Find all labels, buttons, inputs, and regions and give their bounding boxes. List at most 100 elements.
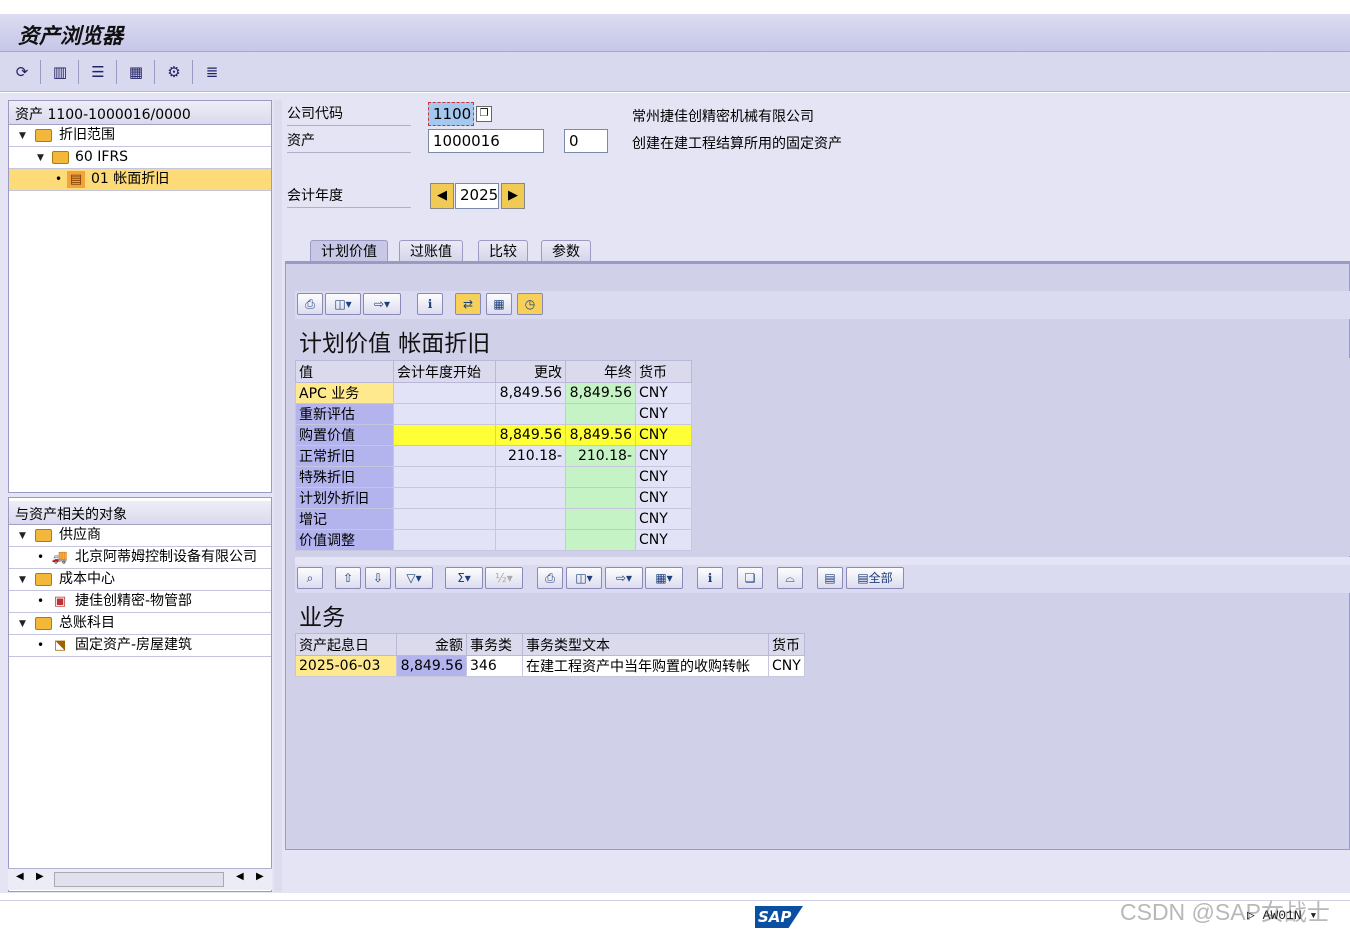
column-header[interactable]: 年终 xyxy=(565,360,636,383)
table-row[interactable]: 购置价值 8,849.56 8,849.56 CNY xyxy=(295,424,692,446)
cell[interactable]: 增记 xyxy=(295,508,394,530)
scroll-right-icon[interactable]: ▶ xyxy=(256,871,264,882)
table-row[interactable]: 2025-06-03 8,849.56 346 在建工程资产中当年购置的收购转帐… xyxy=(295,655,805,677)
table-row[interactable]: 特殊折旧 CNY xyxy=(295,466,692,488)
refresh-icon[interactable]: ⟳ xyxy=(10,60,34,84)
tree-node-depreciation-areas[interactable]: ▼ 折旧范围 xyxy=(9,125,271,147)
hat-icon[interactable]: ⌓ xyxy=(777,567,803,589)
collapse-icon[interactable]: ▼ xyxy=(19,570,26,591)
column-header[interactable]: 值 xyxy=(295,360,394,383)
transactions-table: 资产起息日 金额 事务类 事务类型文本 货币 2025-06-03 8,849.… xyxy=(295,633,805,677)
collapse-icon[interactable]: ▼ xyxy=(19,126,26,147)
table-row[interactable]: 计划外折旧 CNY xyxy=(295,487,692,509)
collapse-icon[interactable]: ▼ xyxy=(19,526,26,547)
folder-icon xyxy=(35,617,52,630)
info-icon[interactable]: ℹ xyxy=(697,567,723,589)
filter-icon[interactable]: ▽▾ xyxy=(395,567,433,589)
save-icon[interactable]: ▥ xyxy=(48,60,72,84)
cell[interactable]: 购置价值 xyxy=(295,424,394,446)
tree-node-book-depreciation[interactable]: • ▤ 01 帐面折旧 xyxy=(9,169,271,191)
collapse-icon[interactable]: ▼ xyxy=(19,614,26,635)
display-icon[interactable]: ☰ xyxy=(86,60,110,84)
dropdown-icon[interactable]: ▾ xyxy=(1302,908,1317,923)
show-all-button[interactable]: ▤全部 xyxy=(846,567,904,589)
cell xyxy=(495,508,566,530)
tree-node-gl-account[interactable]: ▼ 总账科目 xyxy=(9,613,271,635)
cell[interactable]: 2025-06-03 xyxy=(295,655,397,677)
table-row[interactable]: 价值调整 CNY xyxy=(295,529,692,551)
subtotal-icon[interactable]: ½▾ xyxy=(485,567,523,589)
calculator-icon[interactable]: ▦ xyxy=(486,293,512,315)
cell[interactable]: 重新评估 xyxy=(295,403,394,425)
history-icon[interactable]: ◷ xyxy=(517,293,543,315)
asset-subnumber-field[interactable]: 0 xyxy=(564,129,608,153)
details-icon[interactable]: ⌕ xyxy=(297,567,323,589)
info-icon[interactable]: ℹ xyxy=(417,293,443,315)
column-header[interactable]: 金额 xyxy=(396,633,467,656)
sum-icon[interactable]: Σ▾ xyxy=(445,567,483,589)
export-icon[interactable]: ⇨▾ xyxy=(363,293,401,315)
tree-node-gl-account-name[interactable]: • ⬔ 固定资产-房屋建筑 xyxy=(9,635,271,657)
column-header[interactable]: 货币 xyxy=(768,633,805,656)
scroll-right-icon[interactable]: ▶ xyxy=(36,871,44,882)
column-header[interactable]: 事务类型文本 xyxy=(522,633,769,656)
table-row[interactable]: 重新评估 CNY xyxy=(295,403,692,425)
export-icon[interactable]: ⇨▾ xyxy=(605,567,643,589)
cell xyxy=(393,424,496,446)
asset-description: 创建在建工程结算所用的固定资产 xyxy=(632,136,842,152)
cell[interactable]: 正常折旧 xyxy=(295,445,394,467)
pane-splitter[interactable] xyxy=(8,492,272,498)
transaction-code: ▷ AW01N ▾ xyxy=(1247,908,1317,923)
cell xyxy=(393,403,496,425)
document-icon[interactable]: ❏ xyxy=(737,567,763,589)
fiscal-year-field[interactable]: 2025 xyxy=(455,183,499,209)
simulate-icon[interactable]: ⇄ xyxy=(455,293,481,315)
expand-icon[interactable]: ▤ xyxy=(817,567,843,589)
scroll-left-icon[interactable]: ◀ xyxy=(16,871,24,882)
table-row[interactable]: 正常折旧 210.18- 210.18- CNY xyxy=(295,445,692,467)
tree-node-cost-center[interactable]: ▼ 成本中心 xyxy=(9,569,271,591)
cell: CNY xyxy=(635,508,692,530)
tree-node-label: 捷佳创精密-物管部 xyxy=(75,593,193,609)
prev-year-button[interactable]: ◀ xyxy=(430,183,454,209)
cell[interactable]: 价值调整 xyxy=(295,529,394,551)
tree-node-label: 固定资产-房屋建筑 xyxy=(75,637,193,653)
column-header[interactable]: 会计年度开始 xyxy=(393,360,496,383)
column-header[interactable]: 更改 xyxy=(495,360,566,383)
app-title: 资产浏览器 xyxy=(18,23,123,48)
tcode-label: AW01N xyxy=(1262,908,1302,923)
vertical-splitter[interactable] xyxy=(274,100,282,892)
cell: CNY xyxy=(635,403,692,425)
copy-icon[interactable]: ❐ xyxy=(476,106,492,122)
list-icon[interactable]: ≣ xyxy=(200,60,224,84)
collapse-icon[interactable]: ▼ xyxy=(37,148,44,169)
horizontal-scrollbar[interactable]: ◀ ▶ ◀ ▶ xyxy=(8,868,272,890)
column-header[interactable]: 事务类 xyxy=(466,633,523,656)
tree-node-vendor-name[interactable]: • 🚚 北京阿蒂姆控制设备有限公司 xyxy=(9,547,271,569)
tree-node-cost-center-name[interactable]: • ▣ 捷佳创精密-物管部 xyxy=(9,591,271,613)
next-year-button[interactable]: ▶ xyxy=(501,183,525,209)
table-row[interactable]: APC 业务 8,849.56 8,849.56 CNY xyxy=(295,382,692,404)
tree-node-ifrs[interactable]: ▼ 60 IFRS xyxy=(9,147,271,169)
view-icon[interactable]: ◫▾ xyxy=(566,567,602,589)
view-icon[interactable]: ◫▾ xyxy=(325,293,361,315)
cell[interactable]: APC 业务 xyxy=(295,382,394,404)
column-header[interactable]: 货币 xyxy=(635,360,692,383)
table-row[interactable]: 增记 CNY xyxy=(295,508,692,530)
company-code-field[interactable]: 1100 xyxy=(428,102,474,126)
tree-node-vendor[interactable]: ▼ 供应商 xyxy=(9,525,271,547)
print-icon[interactable]: ⎙ xyxy=(297,293,323,315)
settings-icon[interactable]: ⚙ xyxy=(162,60,186,84)
cell[interactable]: 特殊折旧 xyxy=(295,466,394,488)
grid-splitter[interactable] xyxy=(295,557,1350,565)
layout-icon[interactable]: ▦▾ xyxy=(645,567,683,589)
scroll-left-icon[interactable]: ◀ xyxy=(236,871,244,882)
sort-descending-icon[interactable]: ⇩ xyxy=(365,567,391,589)
cell[interactable]: 计划外折旧 xyxy=(295,487,394,509)
asset-number-field[interactable]: 1000016 xyxy=(428,129,544,153)
column-header[interactable]: 资产起息日 xyxy=(295,633,397,656)
layout-icon[interactable]: ▦ xyxy=(124,60,148,84)
print-icon[interactable]: ⎙ xyxy=(537,567,563,589)
sort-ascending-icon[interactable]: ⇧ xyxy=(335,567,361,589)
scroll-thumb[interactable] xyxy=(54,872,224,887)
